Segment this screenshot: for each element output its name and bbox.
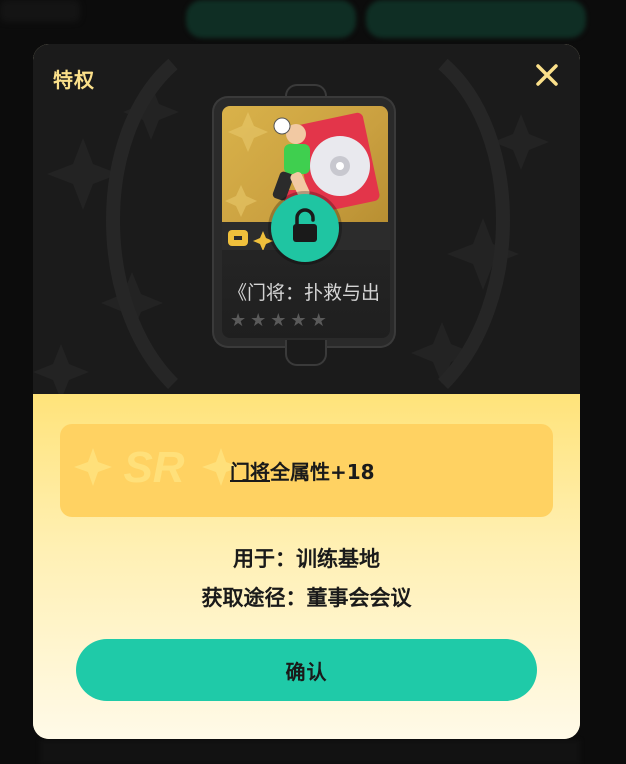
star-icon: ★ (250, 310, 267, 331)
star-icon: ★ (290, 310, 307, 331)
card-name: 《门将：扑救与出 (228, 282, 381, 304)
star-icon: ★ (270, 310, 287, 331)
attribute-panel: SR 门将全属性+18 (60, 424, 553, 517)
attribute-text: 门将全属性+18 (230, 456, 375, 485)
position-link[interactable]: 门将 (230, 460, 270, 484)
sr-emblem-icon: SR (74, 443, 236, 492)
game-screen: 特权 GK (0, 0, 626, 764)
lock-open-icon (293, 208, 317, 242)
confirm-button[interactable]: 确认 (76, 639, 537, 701)
sr-emblem-text: SR (123, 443, 184, 492)
background-button (186, 0, 356, 38)
background-top-left (0, 0, 80, 22)
card-tab (285, 340, 327, 366)
star-icon: ★ (230, 310, 247, 331)
dialog-title: 特权 (53, 68, 95, 92)
close-icon[interactable] (532, 60, 562, 90)
attribute-bonus: 全属性+18 (270, 460, 375, 484)
privilege-dialog: 特权 GK (33, 44, 580, 739)
star-icon: ★ (310, 310, 327, 331)
card-stars: ★ ★ ★ ★ ★ (230, 312, 327, 330)
source-text: 获取途径：董事会会议 (201, 586, 412, 610)
lock-badge (271, 194, 339, 262)
background-button (366, 0, 586, 38)
usage-text: 用于：训练基地 (233, 547, 380, 571)
background-bottom (40, 740, 580, 764)
